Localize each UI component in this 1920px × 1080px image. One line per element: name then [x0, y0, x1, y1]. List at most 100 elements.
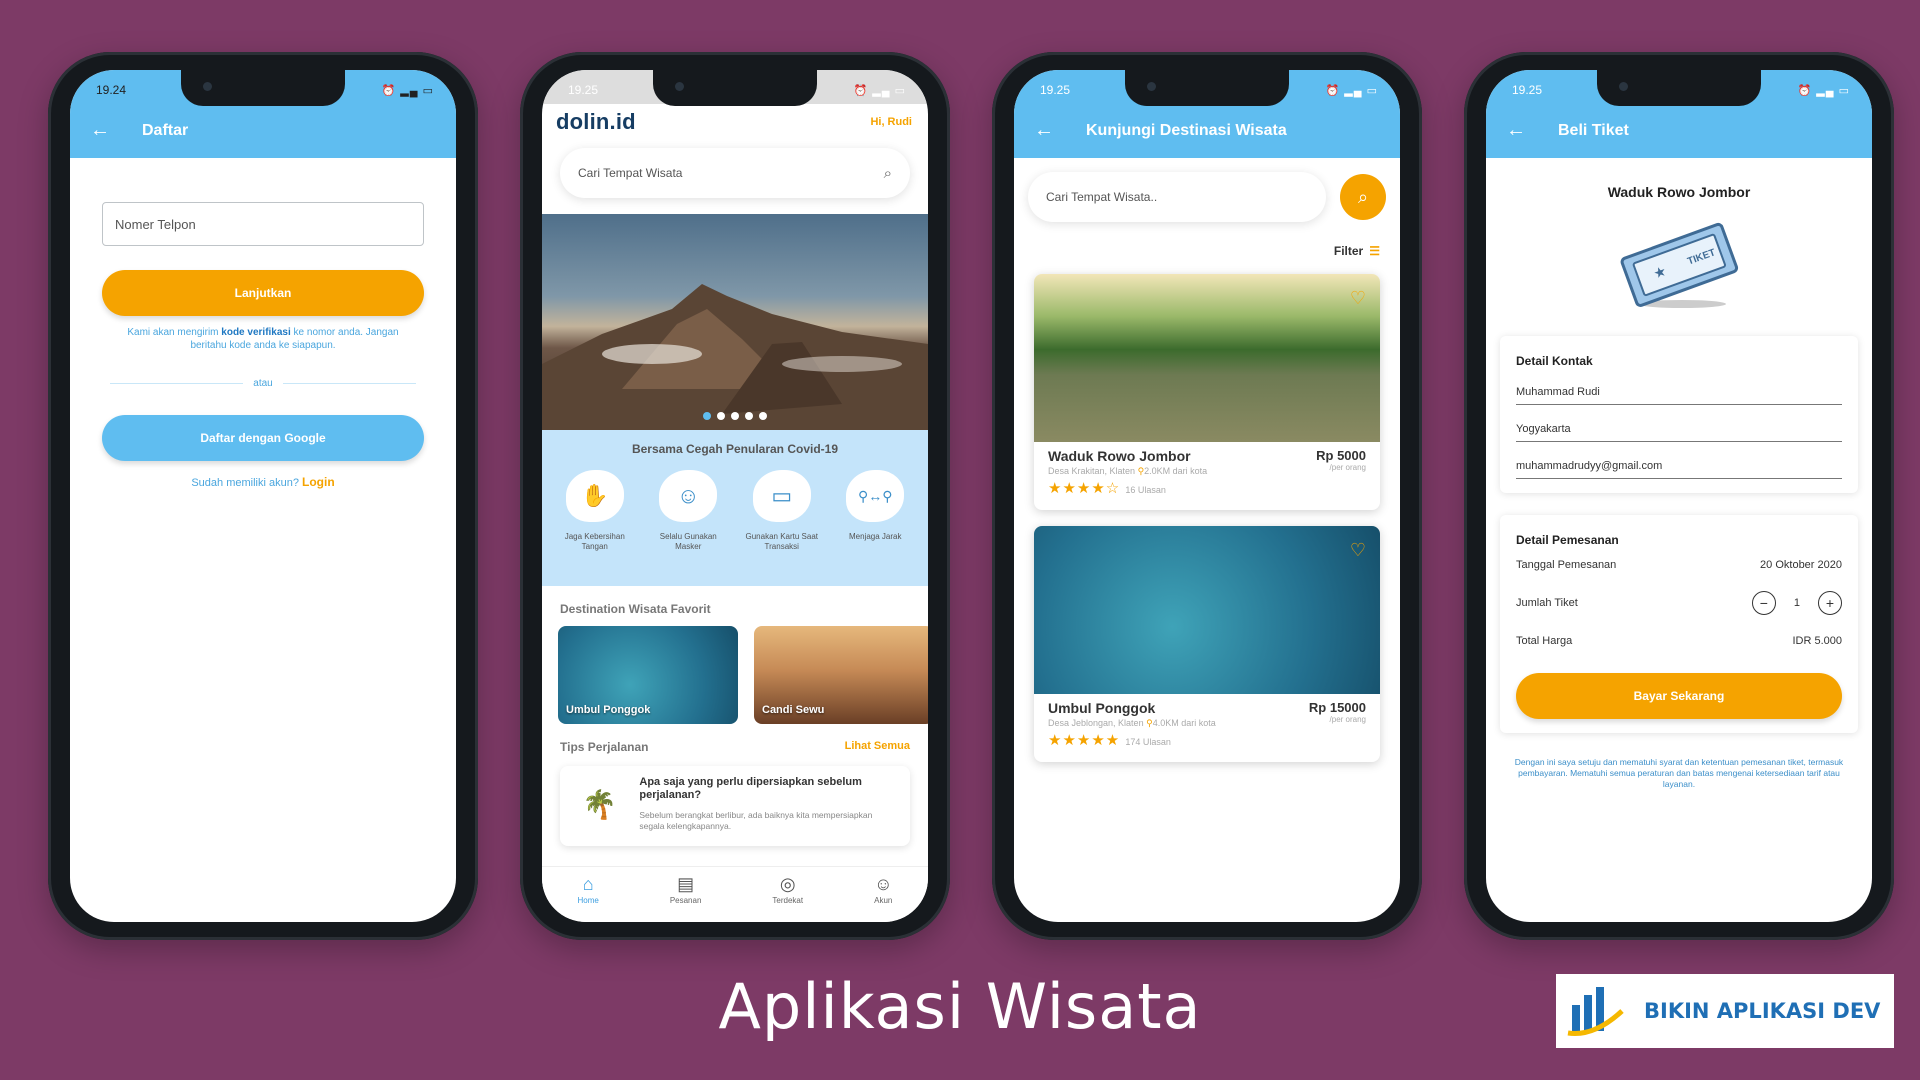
bar-chart-logo-icon: [1567, 987, 1624, 1037]
plus-icon[interactable]: +: [1818, 591, 1842, 615]
city-field[interactable]: Yogyakarta: [1516, 411, 1842, 442]
destination-photo: ♡: [1034, 274, 1380, 442]
verification-note: Kami akan mengirim kode verifikasi ke no…: [127, 327, 399, 351]
google-signup-button[interactable]: Daftar dengan Google: [102, 415, 424, 461]
rating-stars: ★★★★☆ 16 Ulasan: [1048, 480, 1166, 497]
covid-item: ▭ Gunakan Kartu Saat Transaksi: [744, 470, 820, 552]
tip-body: Sebelum berangkat berlibur, ada baiknya …: [639, 810, 873, 831]
heart-icon[interactable]: ♡: [1350, 288, 1366, 309]
greeting: Hi, Rudi: [870, 116, 912, 128]
phone-number-input[interactable]: Nomer Telpon: [102, 202, 424, 246]
destination-name: Waduk Rowo Jombor: [1607, 184, 1751, 200]
destination-name: Umbul Ponggok: [1048, 700, 1156, 716]
search-icon[interactable]: ⌕: [884, 165, 892, 182]
see-all-link[interactable]: Lihat Semua: [845, 740, 910, 754]
email-field[interactable]: muhammadrudyy@gmail.com: [1516, 448, 1842, 479]
phone-home: 19.25 ⏰ ▂▄ ▭ dolin.id Hi, Rudi Cari Temp…: [520, 52, 950, 940]
destination-card[interactable]: ♡ Umbul Ponggok Desa Jeblongan, Klaten ⚲…: [1034, 526, 1380, 762]
phone-destinations: 19.25 ⏰ ▂▄ ▭ ← Kunjungi Destinasi Wisata…: [992, 52, 1422, 940]
destination-card[interactable]: ♡ Waduk Rowo Jombor Desa Krakitan, Klate…: [1034, 274, 1380, 510]
search-input[interactable]: Cari Tempat Wisata..: [1028, 172, 1326, 222]
favorite-card[interactable]: Candi Sewu: [754, 626, 928, 724]
contact-title: Detail Kontak: [1516, 354, 1593, 368]
account-icon: ☺: [874, 874, 893, 894]
brand-badge: BIKIN APLIKASI DEV: [1556, 974, 1894, 1048]
search-button[interactable]: ⌕: [1340, 174, 1386, 220]
phone-notch: [181, 70, 345, 106]
home-screen: 19.25 ⏰ ▂▄ ▭ dolin.id Hi, Rudi Cari Temp…: [542, 70, 928, 922]
phone-notch: [653, 70, 817, 106]
status-icons: ⏰ ▂▄ ▭: [853, 84, 906, 97]
continue-button[interactable]: Lanjutkan: [102, 270, 424, 316]
search-icon: ⌕: [1357, 186, 1369, 207]
brand-name: BIKIN APLIKASI DEV: [1644, 999, 1881, 1023]
home-icon: ⌂: [582, 874, 594, 894]
login-prompt: Sudah memiliki akun? Login: [191, 475, 335, 489]
nav-nearby[interactable]: ◎ Terdekat: [772, 875, 803, 922]
mountain-illustration: [542, 284, 928, 430]
total-row: Total Harga IDR 5.000: [1516, 635, 1842, 647]
destination-name: Waduk Rowo Jombor: [1048, 448, 1191, 464]
bottom-nav: ⌂ Home ▤ Pesanan ◎ Terdekat ☺ Akun: [542, 866, 928, 922]
favorites-title: Destination Wisata Favorit: [560, 602, 711, 616]
status-time: 19.25: [568, 83, 599, 97]
nav-account[interactable]: ☺ Akun: [874, 875, 892, 922]
mask-icon: ☺: [659, 470, 718, 522]
pay-now-button[interactable]: Bayar Sekarang: [1516, 673, 1842, 719]
destinations-screen: 19.25 ⏰ ▂▄ ▭ ← Kunjungi Destinasi Wisata…: [1014, 70, 1400, 922]
page-title: Beli Tiket: [1558, 122, 1629, 139]
total-price: IDR 5.000: [1792, 635, 1842, 647]
nav-home[interactable]: ⌂ Home: [577, 875, 598, 922]
favorites-header: Destination Wisata Favorit: [542, 586, 928, 616]
phone-ticket: 19.25 ⏰ ▂▄ ▭ ← Beli Tiket Waduk Rowo Jom…: [1464, 52, 1894, 940]
page-title: Kunjungi Destinasi Wisata: [1086, 122, 1287, 139]
destination-location: Desa Krakitan, Klaten ⚲2.0KM dari kota: [1048, 466, 1208, 476]
name-field[interactable]: Muhammad Rudi: [1516, 374, 1842, 405]
order-date-row: Tanggal Pemesanan 20 Oktober 2020: [1516, 559, 1842, 571]
destination-price: Rp 15000/per orang: [1308, 700, 1366, 724]
status-time: 19.24: [96, 83, 127, 97]
hand-wash-icon: ✋: [565, 470, 624, 522]
contact-details: Detail Kontak Muhammad Rudi Yogyakarta m…: [1500, 336, 1858, 493]
hero-banner[interactable]: [542, 214, 928, 430]
ticket-qty-row: Jumlah Tiket − 1 +: [1516, 591, 1842, 615]
phone-notch: [1125, 70, 1289, 106]
destination-photo: ♡: [1034, 526, 1380, 694]
tips-title: Tips Perjalanan: [560, 740, 649, 754]
search-placeholder: Cari Tempat Wisata..: [1046, 190, 1158, 204]
destination-location: Desa Jeblongan, Klaten ⚲4.0KM dari kota: [1048, 718, 1216, 728]
order-title: Detail Pemesanan: [1516, 533, 1619, 547]
app-logo: dolin.id: [556, 109, 636, 134]
pin-icon: ⚲: [1146, 718, 1153, 728]
covid-section: Bersama Cegah Penularan Covid-19 ✋ Jaga …: [542, 430, 928, 586]
heart-icon[interactable]: ♡: [1350, 540, 1366, 561]
covid-item: ☺ Selalu Gunakan Masker: [650, 470, 726, 552]
tip-card[interactable]: 🌴 Apa saja yang perlu dipersiapkan sebel…: [560, 766, 910, 846]
nav-orders[interactable]: ▤ Pesanan: [670, 875, 702, 922]
back-arrow-icon[interactable]: ←: [1034, 120, 1054, 140]
ticket-screen: 19.25 ⏰ ▂▄ ▭ ← Beli Tiket Waduk Rowo Jom…: [1486, 70, 1872, 922]
destination-price: Rp 5000/per orang: [1316, 448, 1366, 472]
location-icon: ◎: [779, 874, 796, 894]
distance-icon: ⚲↔⚲: [846, 470, 905, 522]
favorite-name: Umbul Ponggok: [566, 704, 651, 716]
ticket-qty: 1: [1793, 597, 1800, 609]
terms-text: Dengan ini saya setuju dan mematuhi syar…: [1514, 757, 1844, 789]
order-details: Detail Pemesanan Tanggal Pemesanan 20 Okt…: [1500, 515, 1858, 733]
filter-icon: ☰: [1369, 244, 1380, 258]
filter-button[interactable]: Filter ☰: [1014, 222, 1400, 258]
status-icons: ⏰ ▂▄ ▭: [1797, 84, 1850, 97]
orders-icon: ▤: [677, 874, 695, 894]
or-divider: atau: [110, 378, 416, 389]
login-link[interactable]: Login: [302, 475, 335, 489]
travel-illustration-icon: 🌴: [582, 788, 618, 820]
search-input[interactable]: Cari Tempat Wisata ⌕: [560, 148, 910, 198]
carousel-dots[interactable]: [703, 412, 767, 420]
back-arrow-icon[interactable]: ←: [90, 120, 110, 140]
favorites-list: Umbul Ponggok Candi Sewu: [542, 616, 928, 724]
ticket-icon: TIKET ★: [1486, 214, 1872, 314]
favorite-card[interactable]: Umbul Ponggok: [558, 626, 738, 724]
back-arrow-icon[interactable]: ←: [1506, 120, 1526, 140]
favorite-name: Candi Sewu: [762, 704, 825, 716]
minus-icon[interactable]: −: [1751, 591, 1776, 615]
